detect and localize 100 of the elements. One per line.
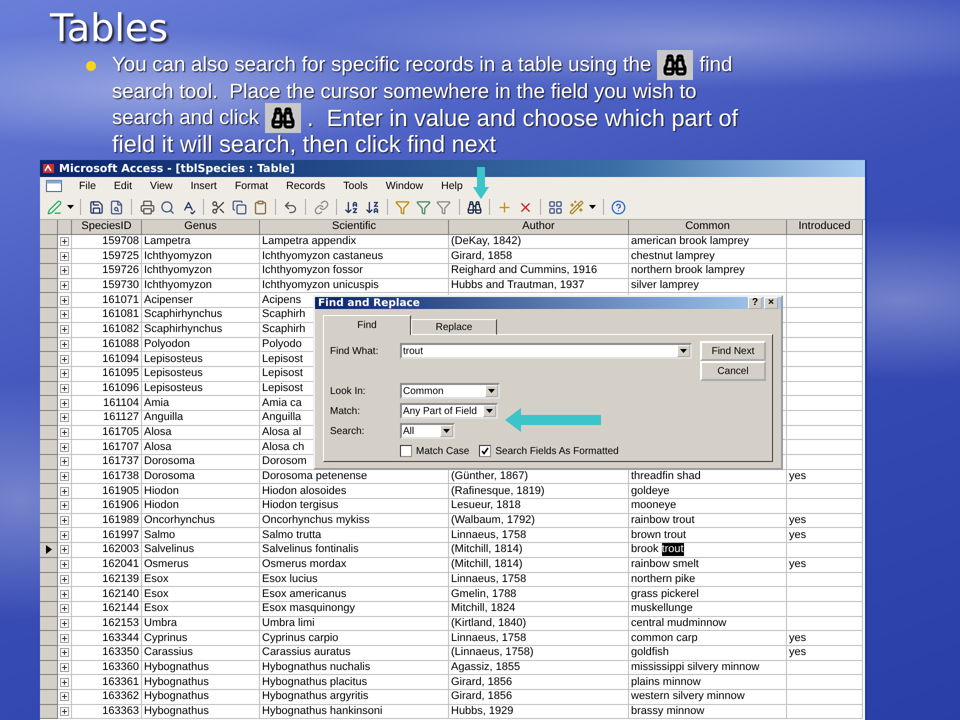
expand-icon[interactable] bbox=[60, 413, 69, 422]
filter-icon[interactable] bbox=[415, 199, 432, 215]
expand-icon[interactable] bbox=[60, 618, 69, 628]
table-cell: 162144 bbox=[72, 602, 142, 617]
table-cell: Hubbs and Trautman, 1937 bbox=[449, 278, 629, 294]
table-cell: Amia bbox=[142, 396, 260, 411]
printer-icon[interactable] bbox=[139, 199, 156, 215]
link-icon[interactable] bbox=[313, 199, 329, 215]
expand-icon[interactable] bbox=[60, 325, 69, 334]
table-cell: Gmelin, 1788 bbox=[449, 587, 629, 602]
expand-icon[interactable] bbox=[60, 692, 69, 702]
expand-icon[interactable] bbox=[60, 252, 69, 261]
table-cell: Salvelinus fontinalis bbox=[260, 543, 449, 558]
filter-icon[interactable] bbox=[394, 199, 410, 215]
cancel-button[interactable]: Cancel bbox=[700, 361, 766, 381]
table-cell: 162153 bbox=[72, 616, 142, 632]
expand-icon[interactable] bbox=[60, 678, 69, 687]
expand-icon[interactable] bbox=[60, 281, 69, 290]
expand-icon[interactable] bbox=[60, 516, 69, 526]
menu-item[interactable]: Format bbox=[226, 180, 278, 192]
table-icon[interactable] bbox=[46, 180, 62, 192]
menu-item[interactable]: Help bbox=[432, 180, 472, 192]
table-cell: 163360 bbox=[72, 660, 142, 676]
expand-icon[interactable] bbox=[60, 472, 69, 482]
caret-icon bbox=[589, 205, 596, 209]
column-header[interactable]: Scientific bbox=[260, 220, 449, 235]
search-file-icon[interactable] bbox=[108, 199, 125, 215]
table-cell: Umbra bbox=[142, 616, 260, 632]
tab[interactable]: Find bbox=[323, 315, 411, 335]
column-header[interactable]: Introduced bbox=[787, 220, 863, 235]
expand-icon[interactable] bbox=[60, 384, 69, 393]
sort-ascending-icon[interactable] bbox=[343, 199, 360, 215]
menu-item[interactable]: Window bbox=[376, 180, 432, 192]
expand-icon[interactable] bbox=[60, 574, 69, 584]
design-view-icon[interactable] bbox=[46, 199, 62, 215]
binoculars-icon bbox=[264, 103, 301, 134]
column-header[interactable]: Author bbox=[449, 220, 629, 235]
find-next-button[interactable]: Find Next bbox=[700, 341, 766, 361]
save-icon[interactable] bbox=[88, 199, 104, 215]
table-cell: 159726 bbox=[72, 264, 142, 279]
table-cell: Esox americanus bbox=[260, 587, 449, 602]
expand-icon[interactable] bbox=[60, 266, 69, 276]
table-cell: (Mitchill, 1814) bbox=[449, 543, 629, 558]
expand-icon[interactable] bbox=[60, 398, 69, 408]
column-header[interactable]: Genus bbox=[142, 220, 260, 235]
menu-item[interactable]: Insert bbox=[182, 180, 226, 192]
table-cell: Ichthyomyzon bbox=[142, 264, 260, 279]
expand-icon[interactable] bbox=[60, 369, 69, 378]
expand-icon[interactable] bbox=[60, 590, 69, 599]
menu-item[interactable]: File bbox=[70, 180, 105, 192]
sort-descending-icon[interactable] bbox=[364, 199, 380, 215]
table-cell: Carassius bbox=[142, 646, 260, 661]
clipboard-icon[interactable] bbox=[252, 199, 268, 215]
expand-icon[interactable] bbox=[60, 501, 69, 510]
match-dropdown[interactable]: Any Part of Field bbox=[400, 403, 498, 419]
checkbox[interactable]: Search Fields As Formatted bbox=[479, 445, 619, 457]
column-header[interactable]: Common bbox=[629, 220, 787, 235]
database-window-icon[interactable] bbox=[548, 199, 564, 215]
menu-item[interactable]: Tools bbox=[334, 180, 377, 192]
expand-icon[interactable] bbox=[60, 530, 69, 540]
expand-icon[interactable] bbox=[60, 560, 69, 570]
filter-icon[interactable] bbox=[436, 199, 452, 215]
scissors-icon[interactable] bbox=[210, 199, 227, 215]
copy-icon[interactable] bbox=[232, 199, 248, 215]
search-dropdown[interactable]: All bbox=[400, 423, 455, 439]
expand-icon[interactable] bbox=[60, 545, 69, 554]
slide-title: Tables bbox=[50, 5, 170, 52]
column-header[interactable]: SpeciesID bbox=[72, 220, 142, 235]
menu-item[interactable]: View bbox=[141, 180, 182, 192]
table-cell: 163344 bbox=[72, 631, 142, 646]
expand-icon[interactable] bbox=[60, 296, 69, 305]
expand-icon[interactable] bbox=[60, 648, 69, 658]
expand-icon[interactable] bbox=[60, 486, 69, 496]
print-preview-icon[interactable] bbox=[160, 199, 176, 215]
look-in-dropdown[interactable]: Common bbox=[400, 383, 500, 399]
expand-icon[interactable] bbox=[60, 442, 69, 452]
new-object-icon[interactable] bbox=[568, 199, 584, 215]
expand-icon[interactable] bbox=[60, 707, 69, 716]
expand-icon[interactable] bbox=[60, 340, 69, 349]
help-icon[interactable] bbox=[610, 199, 626, 215]
expand-icon[interactable] bbox=[60, 634, 69, 643]
expand-icon[interactable] bbox=[60, 310, 69, 320]
menu-item[interactable]: Records bbox=[277, 180, 334, 192]
close-button[interactable]: × bbox=[764, 297, 778, 309]
expand-icon[interactable] bbox=[60, 237, 69, 246]
table-cell: Lepisosteus bbox=[142, 382, 260, 396]
tab[interactable]: Replace bbox=[411, 319, 497, 335]
table-cell: Osmerus bbox=[142, 558, 260, 572]
expand-icon[interactable] bbox=[60, 604, 69, 614]
find-what-field[interactable]: trout bbox=[400, 343, 692, 359]
binoculars-icon[interactable] bbox=[466, 199, 482, 215]
expand-icon[interactable] bbox=[60, 662, 69, 672]
menu-item[interactable]: Edit bbox=[104, 180, 142, 192]
expand-icon[interactable] bbox=[60, 428, 69, 437]
bullet-text: You can also search for specific records in a table using the bbox=[112, 53, 652, 78]
undo-icon[interactable] bbox=[282, 199, 299, 215]
expand-icon[interactable] bbox=[60, 457, 69, 466]
help-button[interactable]: ? bbox=[748, 297, 762, 309]
expand-icon[interactable] bbox=[60, 354, 69, 364]
record-selector[interactable] bbox=[40, 543, 58, 558]
